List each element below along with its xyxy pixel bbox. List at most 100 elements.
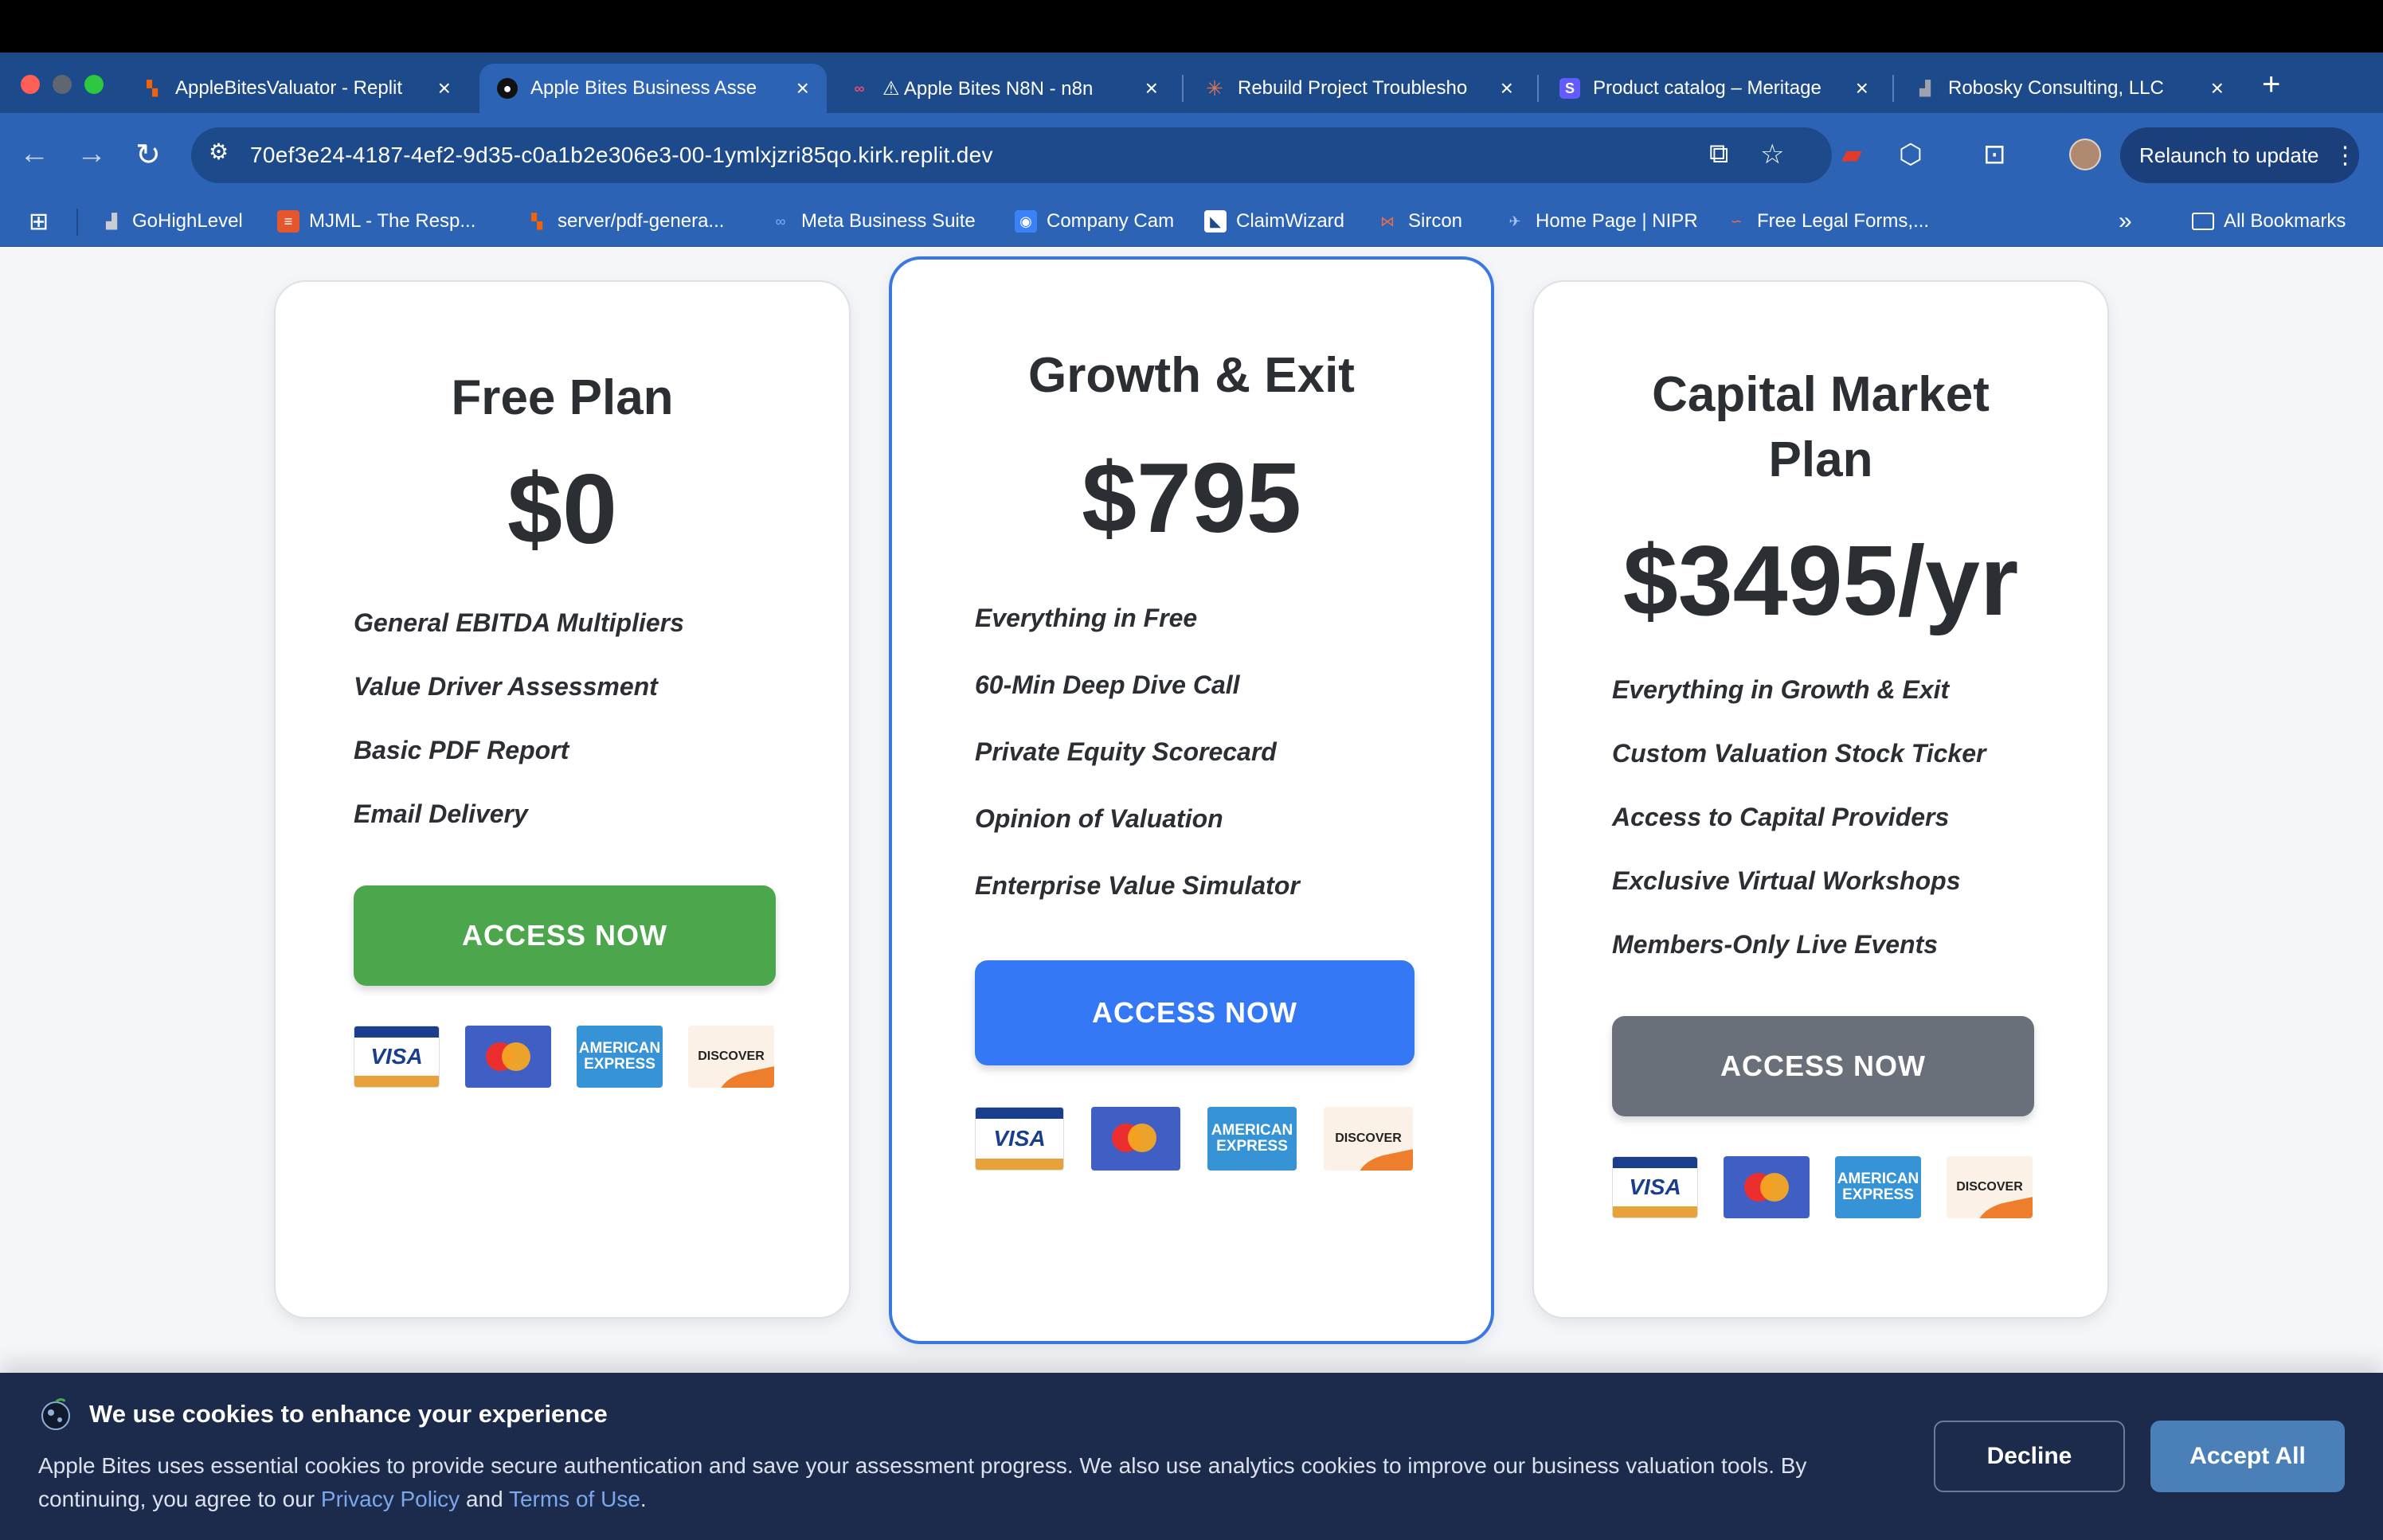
close-tab-icon[interactable]: ×	[796, 76, 809, 101]
plan-title-line1: Capital Market	[1652, 367, 1990, 422]
nipr-icon: ✈	[1508, 213, 1521, 229]
plan-feature: Everything in Growth & Exit	[1612, 675, 1950, 704]
plan-price: $0	[507, 455, 617, 565]
amex-card-icon: AMERICAN EXPRESS	[577, 1026, 663, 1088]
apps-grid-icon[interactable]: ⊞	[29, 205, 49, 237]
plan-feature: Access to Capital Providers	[1612, 803, 1950, 831]
back-icon[interactable]: ←	[19, 137, 49, 171]
access-now-button-growth[interactable]: ACCESS NOW	[975, 960, 1415, 1065]
bookmark-divider	[76, 209, 78, 236]
new-tab-icon[interactable]: +	[2262, 67, 2280, 103]
install-app-icon[interactable]: ⧉	[1709, 139, 1728, 170]
bookmark-label: MJML - The Resp...	[309, 210, 476, 232]
relaunch-button[interactable]: Relaunch to update ⋮	[2120, 127, 2359, 183]
tab-rebuild-project[interactable]: ✳ Rebuild Project Troublesho ×	[1187, 64, 1531, 113]
tab-product-catalog[interactable]: S Product catalog – Meritage ×	[1542, 64, 1886, 113]
sircon-icon: ⋈	[1380, 213, 1395, 229]
tab-title: Product catalog – Meritage	[1593, 77, 1821, 99]
more-menu-icon[interactable]: ⋮	[2334, 142, 2358, 170]
plan-feature: Everything in Free	[975, 604, 1198, 632]
accept-all-cookies-button[interactable]: Accept All	[2150, 1421, 2345, 1492]
plan-card-free: Free Plan $0 General EBITDA Multipliers …	[274, 280, 851, 1319]
cookie-and-text: and	[460, 1487, 509, 1511]
tab-applebitesvaluator[interactable]: ▚ AppleBitesValuator - Replit ×	[124, 64, 468, 113]
access-now-button-capital[interactable]: ACCESS NOW	[1612, 1016, 2034, 1116]
search-tabs-icon[interactable]: ⊡	[1983, 139, 2006, 170]
mjml-icon: ≡	[277, 210, 299, 233]
tab-divider	[1182, 75, 1184, 102]
avatar[interactable]	[2069, 139, 2101, 170]
bookmark-gohighlevel[interactable]: ▟ GoHighLevel	[100, 205, 243, 237]
discover-card-icon: DISCOVER	[1947, 1156, 2033, 1218]
close-tab-icon[interactable]: ×	[438, 76, 451, 101]
bookmark-label: server/pdf-genera...	[558, 210, 725, 232]
close-window-button[interactable]	[21, 75, 40, 94]
mastercard-icon	[1724, 1156, 1810, 1218]
terms-of-use-link[interactable]: Terms of Use	[509, 1487, 640, 1511]
close-tab-icon[interactable]: ×	[2211, 76, 2224, 101]
mastercard-icon	[465, 1026, 551, 1088]
bookmark-sircon[interactable]: ⋈ Sircon	[1376, 205, 1462, 237]
bookmark-label: Company Cam	[1047, 210, 1175, 232]
tab-apple-bites-business[interactable]: ● Apple Bites Business Asse ×	[479, 64, 827, 113]
claimwizard-icon: ◣	[1204, 210, 1227, 233]
privacy-policy-link[interactable]: Privacy Policy	[321, 1487, 460, 1511]
plan-feature: Basic PDF Report	[354, 736, 569, 764]
reload-icon[interactable]: ↻	[135, 137, 161, 173]
site-settings-icon[interactable]: ⚙	[209, 139, 229, 165]
close-tab-icon[interactable]: ×	[1501, 76, 1513, 101]
url-text: 70ef3e24-4187-4ef2-9d35-c0a1b2e306e3-00-…	[250, 143, 993, 167]
robosky-icon: ▟	[1919, 80, 1931, 96]
bookmark-label: Sircon	[1408, 210, 1463, 232]
plan-title: Free Plan	[451, 370, 674, 425]
claude-icon: ✳	[1206, 76, 1223, 100]
tab-apple-bites-n8n[interactable]: ∞ ⚠ Apple Bites N8N - n8n ×	[832, 64, 1176, 113]
cookie-body-text: Apple Bites uses essential cookies to pr…	[38, 1453, 1807, 1511]
all-bookmarks-label: All Bookmarks	[2224, 210, 2346, 232]
cookie-title: We use cookies to enhance your experienc…	[89, 1400, 608, 1428]
tab-robosky-consulting[interactable]: ▟ Robosky Consulting, LLC ×	[1897, 64, 2241, 113]
tab-divider	[1537, 75, 1539, 102]
all-bookmarks-button[interactable]: All Bookmarks	[2192, 205, 2346, 237]
close-tab-icon[interactable]: ×	[1856, 76, 1868, 101]
bookmark-free-legal-forms[interactable]: ∽ Free Legal Forms,...	[1725, 205, 1929, 237]
bookmark-label: Home Page | NIPR	[1536, 210, 1698, 232]
plan-price: $3495/yr	[1622, 526, 2019, 636]
bookmark-server-pdf[interactable]: ▚ server/pdf-genera...	[526, 205, 724, 237]
extensions-icon[interactable]: ⬡	[1899, 139, 1923, 170]
minimize-window-button[interactable]	[53, 75, 72, 94]
access-now-button-free[interactable]: ACCESS NOW	[354, 885, 776, 986]
tab-title: Robosky Consulting, LLC	[1948, 77, 2164, 99]
apple-bites-icon: ●	[497, 78, 518, 99]
replit-icon: ▚	[531, 213, 542, 229]
amex-card-icon: AMERICAN EXPRESS	[1207, 1107, 1297, 1171]
plan-card-capital-market: Capital Market Plan $3495/yr Everything …	[1532, 280, 2109, 1319]
bookmark-company-cam[interactable]: ◉ Company Cam	[1015, 205, 1174, 237]
plan-feature: Private Equity Scorecard	[975, 737, 1277, 766]
bookmark-label: ClaimWizard	[1236, 210, 1345, 232]
plan-feature: Opinion of Valuation	[975, 804, 1223, 833]
bookmark-star-icon[interactable]: ☆	[1760, 139, 1784, 170]
bookmark-label: GoHighLevel	[132, 210, 243, 232]
bookmark-mjml[interactable]: ≡ MJML - The Resp...	[277, 205, 475, 237]
pdf-extension-icon[interactable]: ▰	[1841, 139, 1862, 170]
decline-cookies-button[interactable]: Decline	[1934, 1421, 2125, 1492]
tab-title: Apple Bites Business Asse	[530, 77, 757, 99]
tab-title: ⚠ Apple Bites N8N - n8n	[882, 77, 1094, 100]
discover-card-icon: DISCOVER	[1324, 1107, 1413, 1171]
tab-title: Rebuild Project Troublesho	[1238, 77, 1468, 99]
bookmark-meta-business[interactable]: ∞ Meta Business Suite	[769, 205, 976, 237]
gohighlevel-icon: ▟	[106, 213, 117, 229]
address-bar[interactable]: 70ef3e24-4187-4ef2-9d35-c0a1b2e306e3-00-…	[191, 127, 1832, 183]
bookmark-claimwizard[interactable]: ◣ ClaimWizard	[1204, 205, 1344, 237]
maximize-window-button[interactable]	[84, 75, 104, 94]
plan-feature: Custom Valuation Stock Ticker	[1612, 739, 1986, 768]
more-bookmarks-icon[interactable]: »	[2119, 205, 2132, 237]
stripe-icon: S	[1559, 78, 1580, 99]
plan-feature: Members-Only Live Events	[1612, 930, 1939, 959]
plan-card-growth-exit: Growth & Exit $795 Everything in Free 60…	[889, 256, 1494, 1344]
close-tab-icon[interactable]: ×	[1145, 76, 1158, 101]
plan-price: $795	[1082, 444, 1301, 553]
forward-icon[interactable]: →	[76, 137, 107, 171]
bookmark-nipr[interactable]: ✈ Home Page | NIPR	[1504, 205, 1698, 237]
